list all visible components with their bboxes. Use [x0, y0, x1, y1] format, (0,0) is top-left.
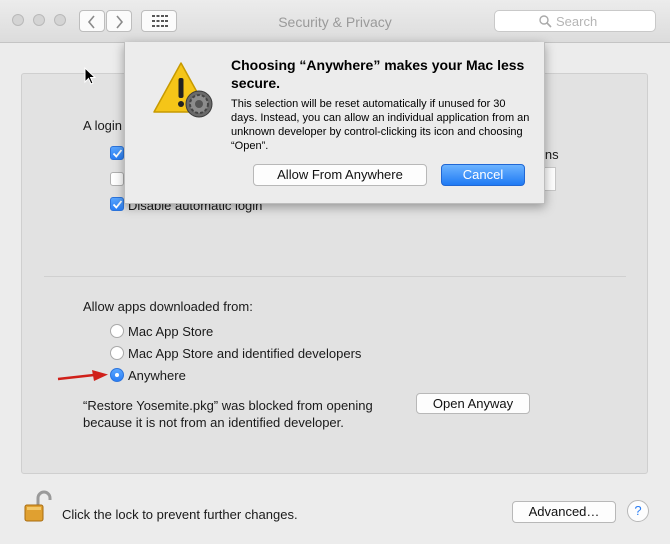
dialog-message: This selection will be reset automatical… — [231, 98, 530, 152]
open-anyway-button[interactable]: Open Anyway — [416, 393, 530, 414]
security-warning-dialog: Choosing “Anywhere” makes your Mac less … — [124, 42, 545, 204]
login-label: A login — [83, 118, 123, 133]
radio-label-identified-developers: Mac App Store and identified developers — [128, 346, 362, 361]
search-placeholder: Search — [556, 14, 598, 29]
search-field[interactable]: Search — [494, 10, 656, 32]
warning-icon — [153, 62, 213, 118]
checkmark-icon — [112, 149, 123, 158]
radio-mac-app-store[interactable] — [110, 324, 124, 338]
advanced-button[interactable]: Advanced… — [512, 501, 616, 523]
blocked-message-line-1: “Restore Yosemite.pkg” was blocked from … — [83, 398, 373, 413]
cancel-button[interactable]: Cancel — [441, 164, 525, 186]
gear-icon — [185, 90, 213, 118]
allow-apps-heading: Allow apps downloaded from: — [83, 299, 253, 314]
mouse-cursor-icon — [84, 67, 96, 85]
radio-anywhere[interactable] — [110, 368, 124, 382]
radio-label-anywhere: Anywhere — [128, 368, 186, 383]
lock-message: Click the lock to prevent further change… — [62, 507, 298, 522]
red-arrow-annotation-icon — [57, 370, 108, 381]
blocked-message-line-2: because it is not from an identified dev… — [83, 415, 344, 430]
radio-identified-developers[interactable] — [110, 346, 124, 360]
disable-auto-login-checkbox[interactable] — [110, 197, 124, 211]
login-option-checkbox-2[interactable] — [110, 172, 124, 186]
search-icon — [539, 15, 552, 28]
dialog-title: Choosing “Anywhere” makes your Mac less … — [231, 57, 525, 91]
checkmark-icon — [112, 200, 123, 209]
title-bar: Security & Privacy Search — [0, 0, 670, 43]
login-option-checkbox-1[interactable] — [110, 146, 124, 160]
allow-from-anywhere-button[interactable]: Allow From Anywhere — [253, 164, 427, 186]
lock-icon[interactable] — [21, 489, 55, 525]
section-divider — [44, 276, 626, 277]
help-button[interactable]: ? — [627, 500, 649, 522]
radio-label-mac-app-store: Mac App Store — [128, 324, 214, 339]
